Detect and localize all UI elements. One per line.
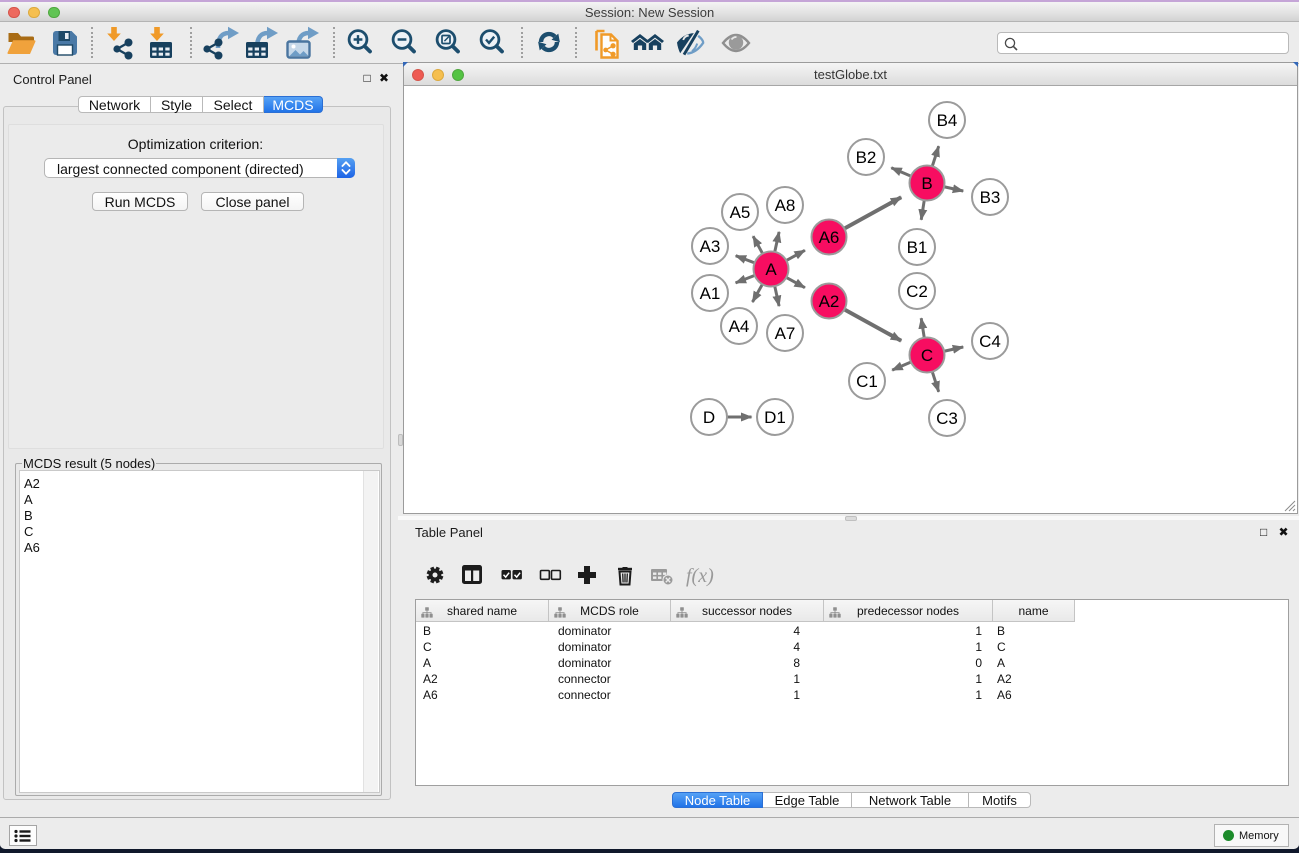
svg-text:C1: C1 (856, 372, 878, 391)
svg-text:C4: C4 (979, 332, 1001, 351)
svg-text:A2: A2 (819, 292, 840, 311)
svg-text:D1: D1 (764, 408, 786, 427)
svg-text:C: C (921, 346, 933, 365)
svg-text:A4: A4 (729, 317, 750, 336)
svg-text:A1: A1 (700, 284, 721, 303)
svg-text:f(x): f(x) (686, 565, 714, 587)
svg-text:B2: B2 (856, 148, 877, 167)
svg-text:B1: B1 (907, 238, 928, 257)
svg-text:B4: B4 (937, 111, 958, 130)
svg-text:A8: A8 (775, 196, 796, 215)
svg-text:B: B (921, 174, 932, 193)
svg-text:D: D (703, 408, 715, 427)
svg-text:A3: A3 (700, 237, 721, 256)
svg-text:A6: A6 (819, 228, 840, 247)
svg-text:A5: A5 (730, 203, 751, 222)
svg-text:C3: C3 (936, 409, 958, 428)
svg-text:C2: C2 (906, 282, 928, 301)
svg-text:A7: A7 (775, 324, 796, 343)
svg-text:A: A (765, 260, 777, 279)
svg-text:B3: B3 (980, 188, 1001, 207)
